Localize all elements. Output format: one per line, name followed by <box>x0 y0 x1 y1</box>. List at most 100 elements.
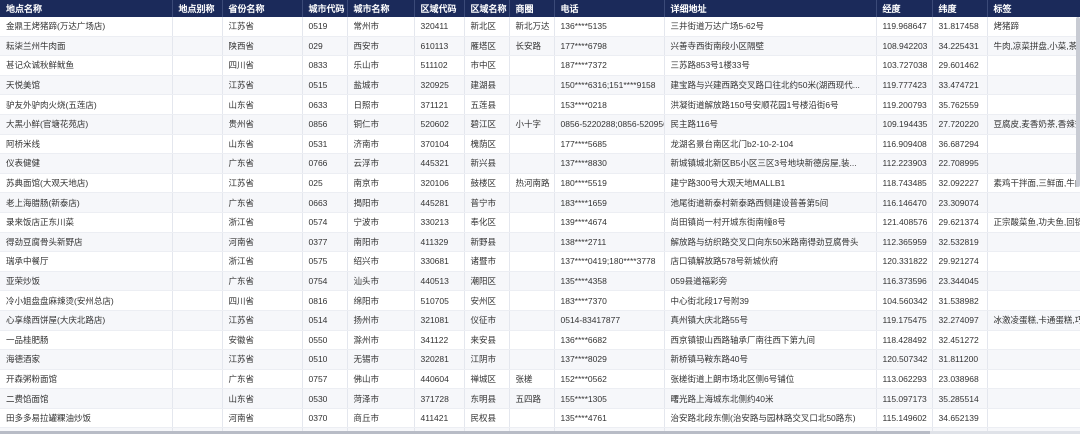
column-header[interactable]: 详细地址 <box>664 0 877 17</box>
table-cell <box>987 55 1080 76</box>
table-row[interactable]: 得劲豆腐骨头新野店 河南省 0377 南阳市 411329 新野县 138****2711 解… <box>0 232 1080 253</box>
table-cell: 菏泽市 <box>347 388 415 409</box>
table-cell <box>987 290 1080 311</box>
table-cell: 兴善寺西街南段小区隔壁 <box>664 36 877 57</box>
table-row[interactable]: 老上海腊肠(新泰店) 广东省 0663 揭阳市 445281 普宁市 183****1659… <box>0 192 1080 213</box>
table-cell: 119.968647 <box>876 17 933 37</box>
column-header[interactable]: 电话 <box>554 0 665 17</box>
table-cell: 320411 <box>414 17 465 37</box>
table-row[interactable]: 苏典面馆(大观天地店) 江苏省 025 南京市 320106 鼓楼区 热河南路 180****… <box>0 173 1080 194</box>
table-cell: 素鸡干拌面,三鲜面,牛肉炒饭 <box>987 173 1080 194</box>
table-cell: 治安路北段东侧(治安路与园林路交叉口北50路东) <box>664 408 877 429</box>
table-cell <box>509 349 555 370</box>
table-row[interactable]: 阿桥米线 山东省 0531 济南市 370104 槐荫区 177****5685 龙湖名景台南… <box>0 134 1080 155</box>
table-cell: 三井街道万达广场5-62号 <box>664 17 877 37</box>
table-cell <box>987 349 1080 370</box>
table-row[interactable]: 田多多易拉罐粿油炒饭 河南省 0370 商丘市 411421 民权县 135****4761… <box>0 408 1080 429</box>
column-header[interactable]: 地点别称 <box>172 0 223 17</box>
table-cell: 曙光路上海城东北侧约40米 <box>664 388 877 409</box>
table-cell: 136****5135 <box>554 17 665 37</box>
table-cell: 录来饭店正东川菜 <box>0 212 173 233</box>
table-cell: 440604 <box>414 369 465 390</box>
table-cell: 0754 <box>302 271 348 292</box>
table-cell: 南阳市 <box>347 232 415 253</box>
table-cell: 冷小姐盘盘麻辣烫(安州总店) <box>0 290 173 311</box>
table-row[interactable]: 天悦美馆 江苏省 0515 盐城市 320925 建湖县 150****6316;151**… <box>0 75 1080 96</box>
table-cell: 0574 <box>302 212 348 233</box>
table-cell: 511102 <box>414 55 465 76</box>
table-cell: 0766 <box>302 153 348 174</box>
table-row[interactable]: 大黑小鲜(官塘花苑店) 贵州省 0856 铜仁市 520602 碧江区 小十字 0856-52… <box>0 114 1080 135</box>
column-header[interactable]: 区域名称 <box>464 0 510 17</box>
table-cell: 安州区 <box>464 290 510 311</box>
table-cell: 23.038968 <box>932 369 988 390</box>
table-cell: 济南市 <box>347 134 415 155</box>
table-row[interactable]: 仪表健健 广东省 0766 云浮市 445321 新兴县 137****8830 新城镇城北新… <box>0 153 1080 174</box>
table-cell: 江阴市 <box>464 349 510 370</box>
table-cell: 新兴县 <box>464 153 510 174</box>
table-cell: 滁州市 <box>347 330 415 351</box>
table-cell: 张槎街道上朗市场北区侧6号铺位 <box>664 369 877 390</box>
table-row[interactable]: 海德酒家 江苏省 0510 无锡市 320281 江阴市 137****8029 新桥镇马鞍东… <box>0 349 1080 370</box>
data-table-view: 地点名称 地点别称 省份名称 城市代码 城市名称 区域代码 区域名称 商圈 电话 详细地址 经度 纬度… <box>0 0 1080 434</box>
column-header[interactable]: 经度 <box>876 0 933 17</box>
table-cell <box>172 232 223 253</box>
table-row[interactable]: 冷小姐盘盘麻辣烫(安州总店) 四川省 0816 绵阳市 510705 安州区 183****… <box>0 290 1080 311</box>
table-cell: 113.062293 <box>876 369 933 390</box>
table-cell <box>987 388 1080 409</box>
table-row[interactable]: 心享缘西饼屋(大庆北路店) 江苏省 0514 扬州市 321081 仪征市 0514-834… <box>0 310 1080 331</box>
table-cell: 177****5685 <box>554 134 665 155</box>
table-row[interactable]: 录来饭店正东川菜 浙江省 0574 宁波市 330213 奉化区 139****4674 尚田… <box>0 212 1080 233</box>
table-cell: 139****4674 <box>554 212 665 233</box>
table-row[interactable]: 驴友外驴肉火烧(五莲店) 山东省 0633 日照市 371121 五莲县 153****02… <box>0 94 1080 115</box>
table-cell <box>172 134 223 155</box>
table-cell: 32.092227 <box>932 173 988 194</box>
column-header[interactable]: 纬度 <box>932 0 988 17</box>
column-header[interactable]: 商圈 <box>509 0 555 17</box>
table-cell: 盐城市 <box>347 75 415 96</box>
column-header[interactable]: 地点名称 <box>0 0 173 17</box>
table-cell <box>509 290 555 311</box>
column-header[interactable]: 标签 <box>987 0 1080 17</box>
table-cell: 32.451272 <box>932 330 988 351</box>
table-cell: 103.727038 <box>876 55 933 76</box>
table-cell: 108.942203 <box>876 36 933 57</box>
table-row[interactable]: 耘柒兰州牛肉面 陕西省 029 西安市 610113 雁塔区 长安路 177****6798 兴… <box>0 36 1080 57</box>
vertical-scrollbar[interactable] <box>1076 17 1080 187</box>
table-row[interactable]: 一品桂肥肠 安徽省 0550 滁州市 341122 来安县 136****6682 西京镇银山… <box>0 330 1080 351</box>
column-header[interactable]: 区域代码 <box>414 0 465 17</box>
table-cell <box>987 232 1080 253</box>
table-row[interactable]: 二费馅面馆 山东省 0530 菏泽市 371728 东明县 五四路 155****1305 曙光… <box>0 388 1080 409</box>
table-cell: 109.194435 <box>876 114 933 135</box>
table-row[interactable]: 亚荣炒饭 广东省 0754 汕头市 440513 潮阳区 135****4358 059县道福… <box>0 271 1080 292</box>
table-cell: 大黑小鲜(官塘花苑店) <box>0 114 173 135</box>
table-cell: 23.309074 <box>932 192 988 213</box>
table-cell: 119.175475 <box>876 310 933 331</box>
table-cell <box>172 36 223 57</box>
table-cell: 普宁市 <box>464 192 510 213</box>
table-cell: 135****4761 <box>554 408 665 429</box>
table-cell: 116.146470 <box>876 192 933 213</box>
table-cell: 江苏省 <box>222 349 303 370</box>
table-cell: 150****6316;151****9158 <box>554 75 665 96</box>
table-cell: 广东省 <box>222 271 303 292</box>
table-row[interactable]: 金鼎王烤猪蹄(万达广场店) 江苏省 0519 常州市 320411 新北区 新北万达 136*… <box>0 17 1080 37</box>
table-cell: 29.601462 <box>932 55 988 76</box>
table-cell: 0514-83417877 <box>554 310 665 331</box>
table-row[interactable]: 瑞承中餐厅 浙江省 0575 绍兴市 330681 诸暨市 137****0419;180*… <box>0 251 1080 272</box>
table-cell: 牛肉,凉菜拼盘,小菜,茶叶蛋,炸 <box>987 36 1080 57</box>
table-cell: 29.921274 <box>932 251 988 272</box>
table-cell: 320106 <box>414 173 465 194</box>
column-header[interactable]: 城市代码 <box>302 0 348 17</box>
table-row[interactable]: 甚记众诚秋鲜鱿鱼 四川省 0833 乐山市 511102 市中区 187****7372 三苏… <box>0 55 1080 76</box>
column-header[interactable]: 城市名称 <box>347 0 415 17</box>
table-cell: 来安县 <box>464 330 510 351</box>
table-cell: 四川省 <box>222 290 303 311</box>
table-cell: 371121 <box>414 94 465 115</box>
column-header[interactable]: 省份名称 <box>222 0 303 17</box>
table-cell: 0519 <box>302 17 348 37</box>
table-row[interactable]: 开森粥粉面馆 广东省 0757 佛山市 440604 禅城区 张槎 152****0562 张槎… <box>0 369 1080 390</box>
table-cell <box>172 55 223 76</box>
table-cell: 山东省 <box>222 388 303 409</box>
table-cell: 321081 <box>414 310 465 331</box>
